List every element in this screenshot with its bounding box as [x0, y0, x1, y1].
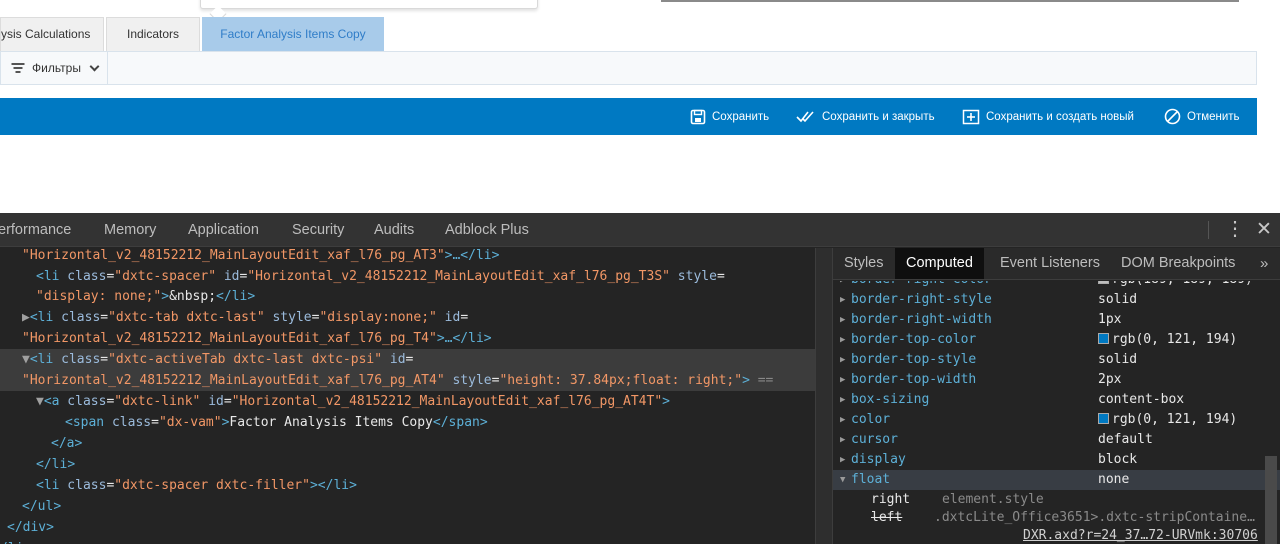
filter-icon	[11, 62, 25, 74]
save-button[interactable]: Сохранить	[690, 98, 769, 135]
cancel-button[interactable]: Отменить	[1164, 98, 1240, 135]
dom-node-line[interactable]: ▼<a class="dxtc-link" id="Horizontal_v2_…	[0, 391, 815, 412]
filters-button[interactable]: Фильтры	[1, 52, 108, 84]
computed-property-row[interactable]: ▶ border-right-style solid	[833, 290, 1280, 310]
filters-button-label: Фильтры	[32, 61, 81, 75]
expand-triangle-icon[interactable]: ▶	[840, 310, 845, 330]
stylesheet-link[interactable]: DXR.axd?r=24_37…72-URVmk:30706	[1023, 527, 1258, 544]
elements-tree[interactable]: "Horizontal_v2_48152212_MainLayoutEdit_x…	[0, 248, 815, 544]
dom-node-line[interactable]: <span class="dx-vam">Factor Analysis Ite…	[0, 412, 815, 433]
expand-triangle-icon: ▶	[22, 310, 30, 325]
trace-value-overridden: left	[871, 510, 903, 525]
filter-bar: Фильтры	[0, 51, 1257, 85]
expand-triangle-icon[interactable]: ▶	[840, 430, 845, 450]
color-swatch[interactable]	[1098, 333, 1109, 344]
devtools-tab-performance[interactable]: erformance	[0, 213, 71, 247]
save-and-new-button-label: Сохранить и создать новый	[986, 110, 1134, 123]
dom-node-line[interactable]: </ul>	[0, 496, 815, 517]
kebab-icon[interactable]: ⋮	[1225, 213, 1245, 247]
devtools-tab-adblock-plus[interactable]: Adblock Plus	[445, 213, 529, 247]
collapse-triangle-icon[interactable]: ▼	[840, 470, 845, 490]
collapse-triangle-icon: ▼	[22, 352, 30, 367]
action-toolbar: Сохранить Сохранить и закрыть Сохранить …	[0, 98, 1257, 135]
side-tab-event-listeners[interactable]: Event Listeners	[989, 248, 1111, 279]
expand-triangle-icon[interactable]: ▶	[840, 350, 845, 370]
expand-triangle-icon[interactable]: ▶	[840, 450, 845, 470]
save-and-new-button[interactable]: Сохранить и создать новый	[962, 98, 1134, 135]
devtools-separator	[1208, 221, 1209, 239]
dom-node-line-selected[interactable]: ▼<li class="dxtc-activeTab dxtc-last dxt…	[0, 349, 815, 370]
dom-node-line[interactable]: </li>	[0, 454, 815, 475]
computed-property-row-expanded[interactable]: ▼ float none	[833, 470, 1280, 490]
devtools-tab-application[interactable]: Application	[188, 213, 259, 247]
side-tab-dom-breakpoints[interactable]: DOM Breakpoints	[1110, 248, 1246, 279]
color-swatch[interactable]	[1098, 281, 1109, 284]
save-button-label: Сохранить	[712, 110, 770, 123]
dom-node-line[interactable]: </a>	[0, 433, 815, 454]
save-and-close-button-label: Сохранить и закрыть	[822, 110, 935, 123]
collapse-triangle-icon: ▼	[36, 394, 44, 409]
scrollbar-thumb[interactable]	[1265, 456, 1277, 544]
more-tabs-icon[interactable]: »	[1260, 248, 1268, 279]
dom-node-line[interactable]: <li class="dxtc-spacer dxtc-filler"></li…	[0, 475, 815, 496]
app-viewport: ysis Calculations Indicators Factor Anal…	[0, 0, 1280, 213]
styles-side-panel: Styles Computed Event Listeners DOM Brea…	[833, 248, 1280, 544]
computed-property-row[interactable]: ▶ color rgb(0, 121, 194)	[833, 410, 1280, 430]
dom-node-line[interactable]: "Horizontal_v2_48152212_MainLayoutEdit_x…	[0, 248, 815, 266]
expand-triangle-icon[interactable]: ▶	[840, 370, 845, 390]
computed-property-row[interactable]: ▶ border-top-width 2px	[833, 370, 1280, 390]
tab-analysis-calculations[interactable]: ysis Calculations	[0, 17, 104, 51]
dom-node-line[interactable]: ▶<li class="dxtc-tab dxtc-last" style="d…	[0, 307, 815, 328]
expand-triangle-icon[interactable]: ▶	[840, 330, 845, 350]
input-underline	[661, 0, 1239, 2]
tab-factor-analysis-items-copy[interactable]: Factor Analysis Items Copy	[202, 17, 384, 51]
computed-property-row[interactable]: ▶ border-top-style solid	[833, 350, 1280, 370]
popup-tooltip	[200, 0, 538, 9]
chevron-down-icon	[89, 61, 100, 71]
computed-property-row[interactable]: ▶ display block	[833, 450, 1280, 470]
side-tab-styles[interactable]: Styles	[833, 248, 895, 279]
expand-triangle-icon[interactable]: ▶	[840, 410, 845, 430]
expand-triangle-icon[interactable]: ▶	[840, 281, 845, 290]
dom-node-line[interactable]: "display: none;">&nbsp;</li>	[0, 286, 815, 307]
dom-node-line[interactable]: <li class="dxtc-spacer" id="Horizontal_v…	[0, 266, 815, 287]
dom-node-line[interactable]: "Horizontal_v2_48152212_MainLayoutEdit_x…	[0, 328, 815, 349]
cancel-button-label: Отменить	[1187, 110, 1240, 123]
dom-node-line-selected[interactable]: "Horizontal_v2_48152212_MainLayoutEdit_x…	[0, 370, 815, 391]
double-check-icon	[796, 110, 814, 122]
devtools-panel: erformance Memory Application Security A…	[0, 213, 1280, 544]
devtools-tab-audits[interactable]: Audits	[374, 213, 414, 247]
devtools-tab-security[interactable]: Security	[292, 213, 344, 247]
floppy-disk-icon	[690, 109, 706, 124]
cancel-circle-icon	[1164, 108, 1181, 125]
expand-triangle-icon[interactable]: ▶	[840, 290, 845, 310]
computed-property-row[interactable]: ▶ box-sizing content-box	[833, 390, 1280, 410]
expand-triangle-icon[interactable]: ▶	[840, 390, 845, 410]
dom-node-line[interactable]: /li>	[0, 538, 815, 544]
devtools-tab-memory[interactable]: Memory	[104, 213, 156, 247]
computed-property-row[interactable]: ▶ border-right-color rgb(189, 189, 189)	[833, 281, 1280, 290]
close-icon[interactable]: ✕	[1256, 213, 1272, 247]
computed-property-row[interactable]: ▶ border-right-width 1px	[833, 310, 1280, 330]
trace-value: right	[871, 492, 911, 507]
devtools-tab-bar: erformance Memory Application Security A…	[0, 213, 1280, 247]
computed-properties-list[interactable]: ▶ border-right-color rgb(189, 189, 189) …	[833, 281, 1280, 544]
computed-property-row[interactable]: ▶ border-top-color rgb(0, 121, 194)	[833, 330, 1280, 350]
trace-source: element.style	[942, 492, 1044, 507]
tab-indicators[interactable]: Indicators	[106, 17, 200, 51]
dom-node-line[interactable]: </div>	[0, 517, 815, 538]
panel-splitter[interactable]	[815, 248, 833, 544]
side-tab-computed[interactable]: Computed	[895, 248, 984, 279]
save-and-close-button[interactable]: Сохранить и закрыть	[796, 98, 935, 135]
computed-property-row[interactable]: ▶ cursor default	[833, 430, 1280, 450]
side-tab-bar: Styles Computed Event Listeners DOM Brea…	[833, 248, 1280, 280]
color-swatch[interactable]	[1098, 413, 1109, 424]
add-new-icon	[962, 109, 980, 124]
trace-source: .dxtcLite_Office3651>.dxtc-stripContaine…	[934, 510, 1255, 525]
layout-tab-strip: ysis Calculations Indicators Factor Anal…	[0, 17, 386, 51]
